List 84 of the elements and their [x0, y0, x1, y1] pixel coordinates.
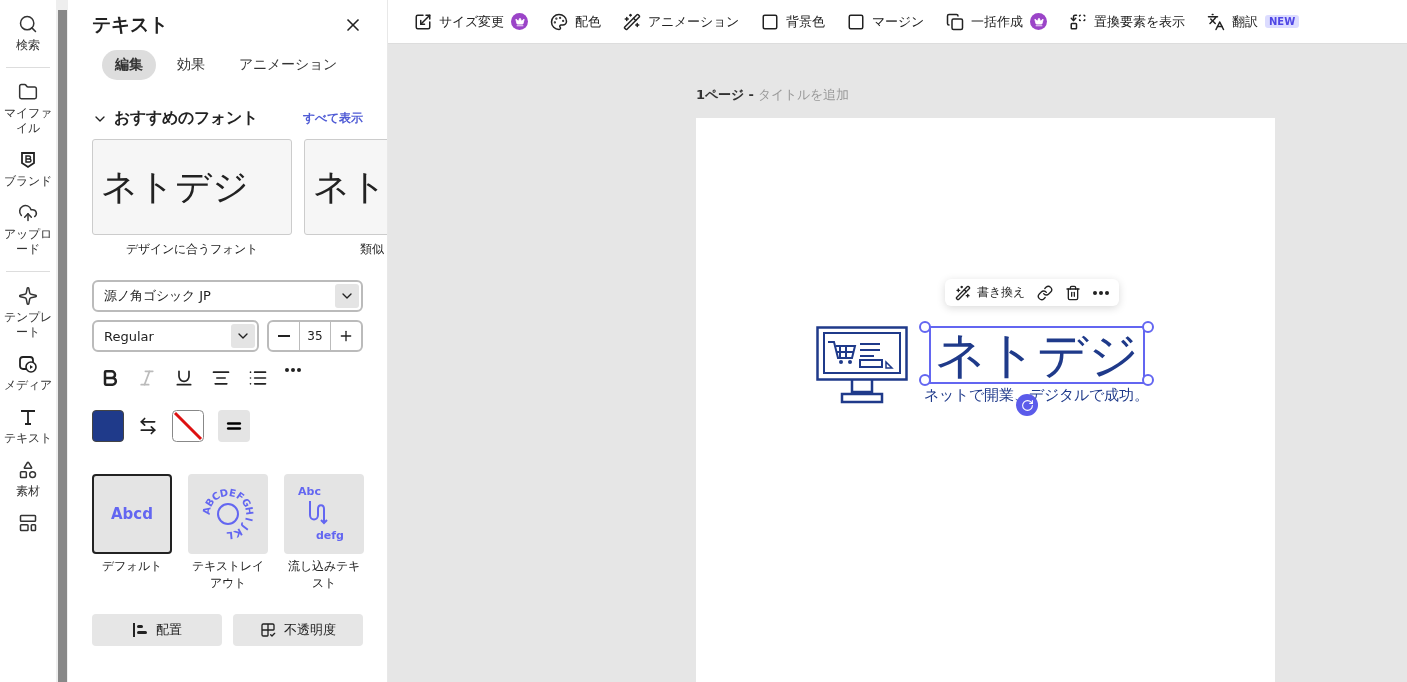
- folder-icon: [18, 82, 38, 102]
- align-icon: [211, 368, 231, 388]
- panel-tab[interactable]: アニメーション: [226, 50, 350, 80]
- checker-icon: [260, 622, 276, 638]
- flow-text-drawing: Abc defg: [294, 483, 354, 545]
- opacity-button[interactable]: 不透明度: [233, 614, 363, 646]
- list-button[interactable]: [248, 368, 268, 388]
- new-badge: NEW: [1265, 15, 1300, 28]
- align-icon: [132, 622, 148, 638]
- sidebar-item[interactable]: 検索: [0, 14, 56, 53]
- sidebar-item[interactable]: マイファイル: [0, 82, 56, 136]
- text-style-card[interactable]: Abcd: [92, 474, 172, 554]
- underline-icon: [174, 368, 194, 388]
- font-preview-card[interactable]: ネトデジ: [92, 139, 292, 235]
- sidebar-item[interactable]: アップロード: [0, 203, 56, 257]
- rewrite-button[interactable]: 書き換え: [955, 284, 1025, 301]
- layout-icon: [18, 513, 38, 533]
- brand-icon: [18, 150, 38, 170]
- toolbar-button[interactable]: サイズ変更: [414, 12, 528, 31]
- more-button[interactable]: [1093, 290, 1109, 295]
- sidebar-item[interactable]: ブランド: [0, 150, 56, 189]
- scrollbar-thumb[interactable]: [57, 10, 67, 682]
- resize-handle[interactable]: [919, 321, 931, 333]
- toolbar-button[interactable]: マージン: [847, 12, 924, 31]
- text-icon: [18, 407, 38, 427]
- minus-icon: [278, 335, 290, 337]
- page-number: 1ページ -: [696, 86, 754, 104]
- toolbar-button[interactable]: 配色: [550, 12, 601, 31]
- text-style-card[interactable]: Abc defg: [284, 474, 364, 554]
- heading-text[interactable]: ネトデジ: [928, 326, 1145, 384]
- more-icon: [1093, 290, 1109, 295]
- style-preview-text: Abcd: [111, 505, 153, 523]
- wand-icon: [955, 284, 971, 301]
- section-title: おすすめのフォント: [114, 108, 259, 129]
- text-style-card[interactable]: ABCDEFGHIJKL: [188, 474, 268, 554]
- font-weight-select[interactable]: Regular: [92, 320, 259, 352]
- sidebar-item[interactable]: テキスト: [0, 407, 56, 446]
- link-button[interactable]: [1037, 284, 1053, 301]
- arrange-button[interactable]: 配置: [92, 614, 222, 646]
- panel-tab[interactable]: 効果: [164, 50, 218, 80]
- font-card-caption: 類似: [360, 241, 384, 258]
- align-button[interactable]: [211, 368, 231, 388]
- panel-tab[interactable]: 編集: [102, 50, 156, 80]
- trash-icon: [1065, 284, 1081, 301]
- panel-title: テキスト: [92, 12, 168, 37]
- resize-handle[interactable]: [1142, 321, 1154, 333]
- sidebar-item[interactable]: テンプレート: [0, 286, 56, 340]
- upload-icon: [18, 203, 38, 223]
- text-color-swatch[interactable]: [92, 410, 124, 442]
- toolbar-button[interactable]: 背景色: [761, 12, 825, 31]
- translate-icon: [1207, 12, 1225, 31]
- font-family-select[interactable]: 源ノ角ゴシック JP: [92, 280, 363, 312]
- circle-text-drawing: ABCDEFGHIJKL: [201, 487, 255, 541]
- underline-button[interactable]: [174, 368, 194, 388]
- list-icon: [248, 368, 268, 388]
- style-label: テキストレイアウト: [191, 558, 265, 592]
- shapes-icon: [18, 460, 38, 480]
- palette-icon: [550, 12, 568, 31]
- font-card-caption: デザインに合うフォント: [126, 241, 258, 258]
- plus-icon: [338, 328, 354, 344]
- delete-button[interactable]: [1065, 284, 1081, 301]
- resize-icon: [414, 12, 432, 31]
- media-icon: [18, 354, 38, 374]
- toolbar-button[interactable]: 置換要素を表示: [1069, 12, 1185, 31]
- resize-handle[interactable]: [1142, 374, 1154, 386]
- no-fill-swatch[interactable]: [172, 410, 204, 442]
- swap-icon[interactable]: [138, 416, 158, 436]
- font-preview-card[interactable]: ネト: [304, 139, 387, 235]
- sidebar-item[interactable]: 素材: [0, 460, 56, 499]
- sidebar-item[interactable]: メディア: [0, 354, 56, 393]
- toolbar-button[interactable]: 一括作成: [946, 12, 1047, 31]
- toolbar-button[interactable]: アニメーション: [623, 12, 739, 31]
- resize-handle[interactable]: [919, 374, 931, 386]
- link-icon: [1037, 284, 1053, 301]
- replace-icon: [1069, 12, 1087, 31]
- italic-icon: [137, 368, 157, 388]
- search-icon: [18, 14, 38, 34]
- show-all-link[interactable]: すべて表示: [303, 110, 363, 127]
- stroke-button[interactable]: [218, 410, 250, 442]
- more-icon: [285, 368, 301, 372]
- style-label: 流し込みテキスト: [287, 558, 361, 592]
- style-label: デフォルト: [102, 558, 162, 575]
- toolbar-button[interactable]: 翻訳 NEW: [1207, 12, 1300, 31]
- background-icon: [761, 12, 779, 31]
